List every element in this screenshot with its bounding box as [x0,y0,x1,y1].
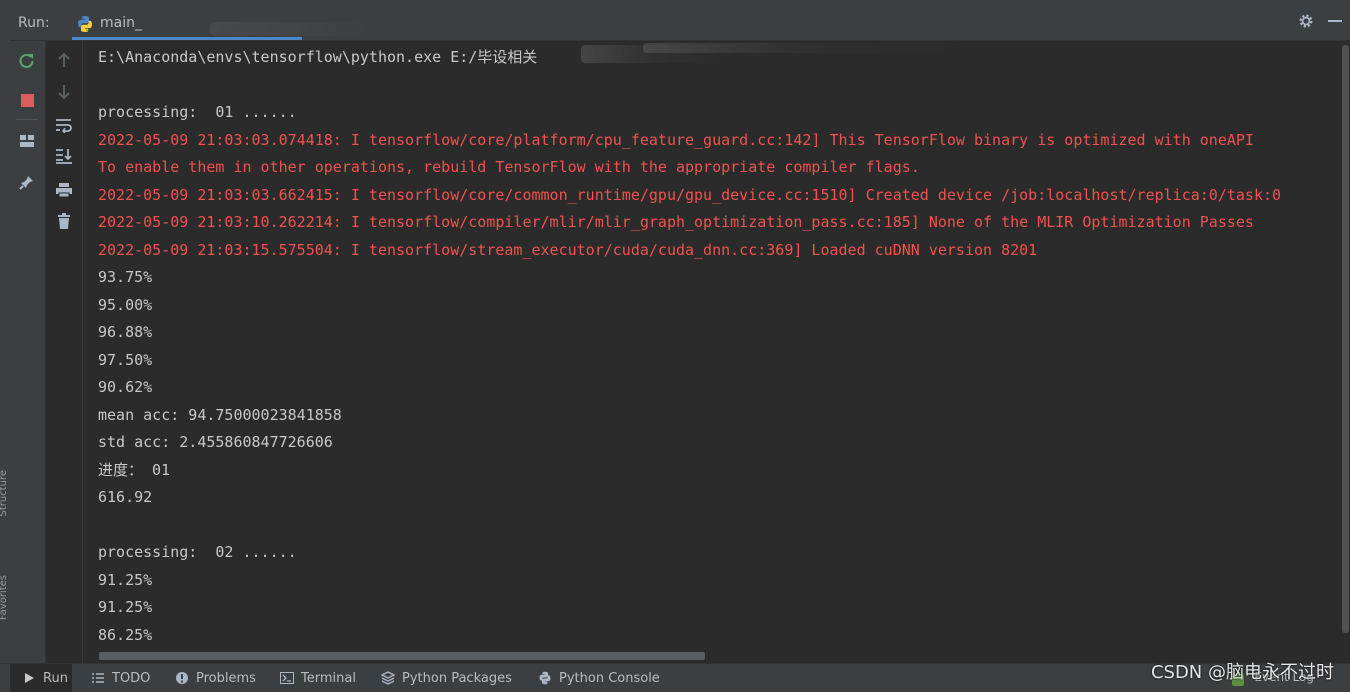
console-line: 进度： 01 [98,460,171,479]
console-line: 90.62% [98,378,153,396]
console-line: 91.25% [98,598,153,616]
console-lines: E:\Anaconda\envs\tensorflow\python.exe E… [98,44,1341,649]
redacted-text-blur [210,22,370,36]
run-title: Run: [18,15,50,31]
console-line: 93.75% [98,268,153,286]
vertical-scroll-thumb[interactable] [1342,45,1349,633]
console-line: 616.92 [98,488,153,506]
soft-wrap-icon[interactable] [53,114,75,136]
print-icon[interactable] [53,179,75,201]
trash-icon[interactable] [53,210,75,232]
layout-icon[interactable] [16,130,38,152]
up-arrow-icon[interactable] [53,49,75,71]
tab-problems-label: Problems [196,670,256,686]
console-line: processing: 02 ...... [98,543,297,561]
run-tab-label: main_ [100,15,142,31]
console-line: std acc: 2.455860847726606 [98,433,333,451]
console-line: To enable them in other operations, rebu… [98,158,920,176]
tab-run-label: Run [43,670,68,686]
console-line: 91.25% [98,570,153,589]
csdn-watermark: CSDN @脑电永不过时 [1150,662,1334,683]
tab-terminal[interactable]: Terminal [280,664,356,692]
problems-icon [175,671,189,685]
console-line: 2022-05-09 21:03:10.262214: I tensorflow… [98,213,1254,231]
console-line: mean acc: 94.75000023841858 [98,405,342,424]
run-config-tab[interactable]: main_ [72,8,370,40]
tab-terminal-label: Terminal [301,670,356,686]
gear-icon[interactable] [1298,13,1314,29]
terminal-icon [280,671,294,685]
tab-python-console-label: Python Console [559,670,660,686]
run-toolbar-secondary [46,41,83,663]
rerun-icon[interactable] [16,49,38,71]
tab-python-packages[interactable]: Python Packages [381,664,512,692]
scroll-to-end-icon[interactable] [53,145,75,167]
run-tool-window-header: Run: main_ [10,0,1350,41]
console-line: processing: 01 ...... [98,103,297,121]
console-line: 95.00% [98,295,153,314]
stop-icon[interactable] [16,89,38,111]
console-line: 97.50% [98,350,153,369]
tab-python-console[interactable]: Python Console [538,664,660,692]
todo-list-icon [91,671,105,685]
tab-run[interactable]: Run [10,664,72,692]
console-output[interactable]: E:\Anaconda\envs\tensorflow\python.exe E… [83,41,1341,649]
console-line: E:\Anaconda\envs\tensorflow\python.exe E… [98,48,538,66]
vertical-scrollbar[interactable] [1341,41,1350,649]
python-console-icon [538,671,552,685]
horizontal-scroll-thumb[interactable] [99,652,705,660]
python-icon [76,15,94,33]
tab-problems[interactable]: Problems [175,664,256,692]
minimize-icon[interactable] [1328,20,1342,22]
packages-icon [381,671,395,685]
tab-todo[interactable]: TODO [91,664,150,692]
console-line: 86.25% [98,625,153,644]
bottom-tool-window-bar: Run TODO Problems Terminal Python Packag… [0,663,1350,692]
console-line: 2022-05-09 21:03:03.074418: I tensorflow… [98,130,1254,149]
pin-icon[interactable] [16,171,38,193]
tab-todo-label: TODO [112,670,151,686]
down-arrow-icon[interactable] [53,81,75,103]
run-toolbar-primary [10,41,46,663]
tab-python-packages-label: Python Packages [402,670,512,686]
console-line: 2022-05-09 21:03:15.575504: I tensorflow… [98,240,1038,259]
run-icon [22,671,36,685]
console-line: 2022-05-09 21:03:03.662415: I tensorflow… [98,185,1282,204]
console-line: 96.88% [98,323,153,341]
